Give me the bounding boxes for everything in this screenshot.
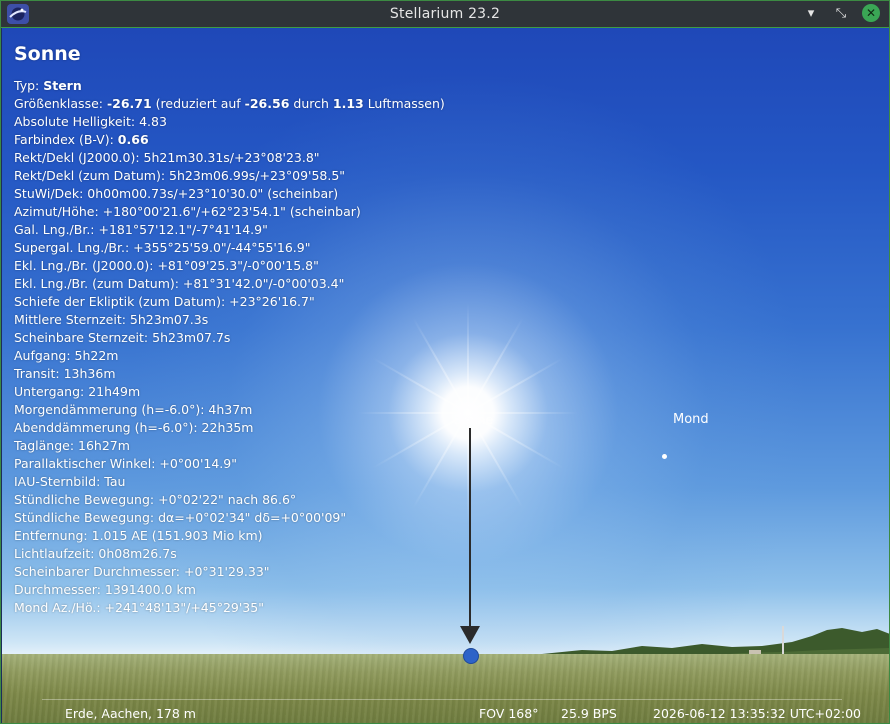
info-text: Entfernung: 1.015 AE (151.903 Mio km)	[14, 528, 263, 543]
info-line: IAU-Sternbild: Tau	[14, 473, 445, 491]
info-line: Parallaktischer Winkel: +0°00'14.9"	[14, 455, 445, 473]
status-datetime[interactable]: 2026-06-12 13:35:32 UTC+02:00	[653, 706, 861, 721]
info-line: Abenddämmerung (h=-6.0°): 22h35m	[14, 419, 445, 437]
info-text: Größenklasse:	[14, 96, 107, 111]
info-text: 1.13	[332, 96, 364, 111]
info-line: Transit: 13h36m	[14, 365, 445, 383]
info-text: Untergang: 21h49m	[14, 384, 141, 399]
info-line: StuWi/Dek: 0h00m00.73s/+23°10'30.0" (sch…	[14, 185, 445, 203]
info-text: Typ:	[14, 78, 44, 93]
info-text: Absolute Helligkeit: 4.83	[14, 114, 167, 129]
info-line: Mittlere Sternzeit: 5h23m07.3s	[14, 311, 445, 329]
minimize-icon[interactable]: ▾	[801, 4, 821, 24]
info-text: Scheinbare Sternzeit: 5h23m07.7s	[14, 330, 231, 345]
info-line: Absolute Helligkeit: 4.83	[14, 113, 445, 131]
info-text: Durchmesser: 1391400.0 km	[14, 582, 196, 597]
status-fov: FOV 168°	[479, 706, 539, 721]
info-text: durch	[289, 96, 333, 111]
info-line: Stündliche Bewegung: dα=+0°02'34" dδ=+0°…	[14, 509, 445, 527]
info-text: Ekl. Lng./Br. (zum Datum): +81°31'42.0"/…	[14, 276, 345, 291]
info-line: Stündliche Bewegung: +0°02'22" nach 86.6…	[14, 491, 445, 509]
info-line: Farbindex (B-V): 0.66	[14, 131, 445, 149]
info-line: Typ: Stern	[14, 77, 445, 95]
info-line: Scheinbare Sternzeit: 5h23m07.7s	[14, 329, 445, 347]
info-text: Lichtlaufzeit: 0h08m26.7s	[14, 546, 177, 561]
info-text: Stündliche Bewegung: dα=+0°02'34" dδ=+0°…	[14, 510, 347, 525]
info-text: Supergal. Lng./Br.: +355°25'59.0"/-44°55…	[14, 240, 311, 255]
info-line: Durchmesser: 1391400.0 km	[14, 581, 445, 599]
info-text: Scheinbarer Durchmesser: +0°31'29.33"	[14, 564, 270, 579]
info-text: Ekl. Lng./Br. (J2000.0): +81°09'25.3"/-0…	[14, 258, 319, 273]
object-info-panel: Sonne Typ: Stern Größenklasse: -26.71 (re…	[14, 43, 445, 617]
info-text: Farbindex (B-V):	[14, 132, 118, 147]
info-text: 0.66	[117, 132, 149, 147]
object-name: Sonne	[14, 43, 81, 65]
info-text: -26.71	[106, 96, 152, 111]
info-line: Rekt/Dekl (zum Datum): 5h23m06.99s/+23°0…	[14, 167, 445, 185]
info-line: Untergang: 21h49m	[14, 383, 445, 401]
info-text: -26.56	[244, 96, 290, 111]
status-separator	[42, 699, 842, 700]
south-direction-marker[interactable]	[463, 648, 479, 664]
info-line: Größenklasse: -26.71 (reduziert auf -26.…	[14, 95, 445, 113]
info-line: Gal. Lng./Br.: +181°57'12.1"/-7°41'14.9"	[14, 221, 445, 239]
close-icon[interactable]: ✕	[862, 4, 880, 22]
info-line: Taglänge: 16h27m	[14, 437, 445, 455]
info-line: Entfernung: 1.015 AE (151.903 Mio km)	[14, 527, 445, 545]
info-line: Supergal. Lng./Br.: +355°25'59.0"/-44°55…	[14, 239, 445, 257]
info-line: Ekl. Lng./Br. (zum Datum): +81°31'42.0"/…	[14, 275, 445, 293]
info-line: Scheinbarer Durchmesser: +0°31'29.33"	[14, 563, 445, 581]
info-text: Mittlere Sternzeit: 5h23m07.3s	[14, 312, 209, 327]
sun-label[interactable]: Sonne	[454, 412, 493, 427]
info-text: Azimut/Höhe: +180°00'21.6"/+62°23'54.1" …	[14, 204, 361, 219]
maximize-icon[interactable]: ⤡	[831, 4, 851, 24]
info-text: Schiefe der Ekliptik (zum Datum): +23°26…	[14, 294, 315, 309]
info-text: Aufgang: 5h22m	[14, 348, 119, 363]
info-line: Morgendämmerung (h=-6.0°): 4h37m	[14, 401, 445, 419]
status-fps: 25.9 BPS	[561, 706, 617, 721]
moon-label[interactable]: Mond	[673, 412, 709, 427]
info-line: Ekl. Lng./Br. (J2000.0): +81°09'25.3"/-0…	[14, 257, 445, 275]
stellarium-window: Stellarium 23.2 ▾ ⤡ ✕ Mond Sonne Sonne T…	[0, 0, 890, 724]
info-text: Luftmassen)	[363, 96, 445, 111]
object-info-lines: Typ: Stern Größenklasse: -26.71 (reduzier…	[14, 77, 445, 617]
pointer-arrow-head	[460, 626, 480, 644]
info-text: Mond Az./Hö.: +241°48'13"/+45°29'35"	[14, 600, 264, 615]
info-text: StuWi/Dek: 0h00m00.73s/+23°10'30.0" (sch…	[14, 186, 339, 201]
info-text: Stern	[43, 78, 82, 93]
info-line: Schiefe der Ekliptik (zum Datum): +23°26…	[14, 293, 445, 311]
info-text: Transit: 13h36m	[14, 366, 116, 381]
info-text: Rekt/Dekl (J2000.0): 5h21m30.31s/+23°08'…	[14, 150, 320, 165]
info-text: (reduziert auf	[151, 96, 245, 111]
moon-marker[interactable]	[662, 454, 667, 459]
info-text: Abenddämmerung (h=-6.0°): 22h35m	[14, 420, 254, 435]
info-text: Rekt/Dekl (zum Datum): 5h23m06.99s/+23°0…	[14, 168, 346, 183]
info-line: Lichtlaufzeit: 0h08m26.7s	[14, 545, 445, 563]
info-line: Aufgang: 5h22m	[14, 347, 445, 365]
pointer-arrow-line	[469, 428, 471, 628]
info-text: Gal. Lng./Br.: +181°57'12.1"/-7°41'14.9"	[14, 222, 268, 237]
status-location[interactable]: Erde, Aachen, 178 m	[65, 706, 196, 721]
info-line: Azimut/Höhe: +180°00'21.6"/+62°23'54.1" …	[14, 203, 445, 221]
info-text: Stündliche Bewegung: +0°02'22" nach 86.6…	[14, 492, 297, 507]
window-title: Stellarium 23.2	[389, 6, 501, 22]
info-line: Mond Az./Hö.: +241°48'13"/+45°29'35"	[14, 599, 445, 617]
title-bar[interactable]: Stellarium 23.2 ▾ ⤡ ✕	[1, 1, 889, 28]
info-line: Rekt/Dekl (J2000.0): 5h21m30.31s/+23°08'…	[14, 149, 445, 167]
info-text: IAU-Sternbild: Tau	[14, 474, 126, 489]
info-text: Parallaktischer Winkel: +0°00'14.9"	[14, 456, 237, 471]
status-bar: Erde, Aachen, 178 m FOV 168° 25.9 BPS 20…	[2, 699, 889, 723]
info-text: Taglänge: 16h27m	[14, 438, 130, 453]
info-text: Morgendämmerung (h=-6.0°): 4h37m	[14, 402, 253, 417]
